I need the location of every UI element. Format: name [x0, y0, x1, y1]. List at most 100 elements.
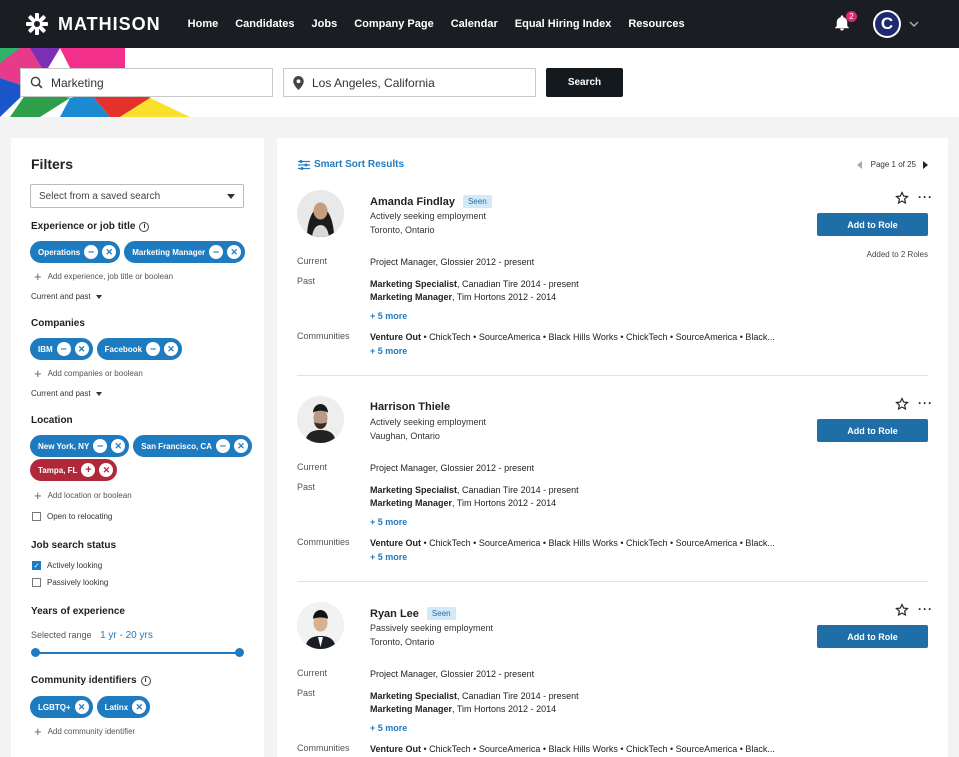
keyword-search-field[interactable]: Marketing	[20, 68, 273, 97]
more-options-icon[interactable]: ···	[918, 396, 933, 410]
current-label: Current	[297, 256, 328, 266]
next-page-icon[interactable]	[923, 160, 928, 169]
scope-text: Current and past	[31, 292, 91, 301]
minus-icon[interactable]: –	[146, 342, 161, 356]
companies-scope-dropdown[interactable]: Current and past	[31, 389, 102, 398]
close-icon[interactable]: ✕	[74, 342, 89, 356]
info-icon[interactable]: i	[140, 675, 151, 686]
brand-logo[interactable]: MATHISON	[26, 13, 161, 35]
chip-tampa: Tampa, FL + ✕	[30, 459, 118, 481]
open-to-relocating-checkbox[interactable]: Open to relocating	[32, 512, 112, 521]
candidate-name-text[interactable]: Amanda Findlay	[370, 196, 455, 208]
add-companies-link[interactable]: + Add companies or boolean	[34, 367, 143, 380]
star-icon[interactable]	[895, 603, 909, 617]
more-options-icon[interactable]: ···	[918, 602, 933, 616]
info-icon[interactable]: i	[139, 221, 150, 232]
user-avatar[interactable]: C	[873, 10, 901, 38]
chip-ibm: IBM – ✕	[30, 338, 93, 360]
location-chips-row-2: Tampa, FL + ✕	[30, 459, 121, 481]
previous-page-icon[interactable]	[856, 160, 862, 169]
communities-label: Communities	[297, 331, 350, 341]
candidate-name[interactable]: Ryan Lee Seen	[370, 607, 456, 620]
minus-icon[interactable]: –	[84, 245, 99, 259]
plus-icon[interactable]: +	[81, 463, 96, 477]
checkmark-icon[interactable]: ✓	[32, 561, 41, 570]
chip-label: New York, NY	[38, 441, 90, 451]
years-range-slider[interactable]	[31, 648, 244, 657]
add-location-text: Add location or boolean	[47, 491, 132, 500]
page-indicator: Page 1 of 25	[870, 160, 916, 169]
chip-label: Tampa, FL	[38, 465, 78, 475]
add-experience-text: Add experience, job title or boolean	[47, 272, 174, 281]
close-icon[interactable]: ✕	[111, 439, 126, 453]
minus-icon[interactable]: –	[209, 245, 224, 259]
slider-min-handle[interactable]	[31, 648, 40, 657]
more-options-icon[interactable]: ···	[918, 190, 933, 204]
past-more-link[interactable]: + 5 more	[370, 517, 407, 527]
checkbox-unchecked[interactable]	[32, 578, 41, 587]
past-more-link[interactable]: + 5 more	[370, 723, 407, 733]
candidate-photo[interactable]	[297, 602, 344, 649]
add-to-role-button[interactable]: Add to Role	[817, 625, 928, 648]
add-experience-link[interactable]: + Add experience, job title or boolean	[34, 270, 174, 283]
past-role-2: Marketing Manager, Tim Hortons 2012 - 20…	[370, 498, 557, 508]
nav-company-page[interactable]: Company Page	[354, 18, 433, 30]
nav-resources[interactable]: Resources	[628, 18, 684, 30]
current-role: Project Manager, Glossier 2012 - present	[370, 669, 535, 679]
nav-home[interactable]: Home	[188, 18, 219, 30]
companies-chips: IBM – ✕ Facebook – ✕	[30, 338, 186, 360]
candidate-name[interactable]: Harrison Thiele	[370, 401, 450, 413]
nav-jobs[interactable]: Jobs	[312, 18, 338, 30]
smart-sort-button[interactable]: Smart Sort Results	[298, 159, 404, 170]
minus-icon[interactable]: –	[56, 342, 71, 356]
star-icon[interactable]	[895, 191, 909, 205]
actively-looking-checkbox[interactable]: ✓ Actively looking	[32, 561, 102, 570]
seen-badge: Seen	[426, 607, 456, 620]
add-community-link[interactable]: + Add community identifier	[34, 725, 135, 738]
scope-text: Current and past	[31, 389, 91, 398]
notifications-bell-icon[interactable]: 2	[833, 11, 857, 34]
close-icon[interactable]: ✕	[164, 342, 179, 356]
saved-search-select[interactable]: Select from a saved search	[30, 184, 244, 208]
nav-equal-hiring-index[interactable]: Equal Hiring Index	[515, 18, 612, 30]
close-icon[interactable]: ✕	[233, 439, 248, 453]
add-to-role-button[interactable]: Add to Role	[817, 213, 928, 236]
candidate-name[interactable]: Amanda Findlay Seen	[370, 195, 492, 208]
selected-range-value: 1 yr - 20 yrs	[100, 630, 153, 641]
close-icon[interactable]: ✕	[227, 245, 242, 259]
selected-range-label: Selected range	[31, 630, 92, 640]
close-icon[interactable]: ✕	[74, 700, 89, 714]
chip-facebook: Facebook – ✕	[96, 338, 183, 360]
keyword-search-value[interactable]: Marketing	[51, 76, 104, 90]
location-search-field[interactable]: Los Angeles, California	[283, 68, 536, 97]
add-location-link[interactable]: + Add location or boolean	[34, 489, 132, 502]
minus-icon[interactable]: –	[215, 439, 230, 453]
past-more-link[interactable]: + 5 more	[370, 311, 407, 321]
star-icon[interactable]	[895, 397, 909, 411]
communities-more-link[interactable]: + 5 more	[370, 346, 407, 356]
nav-calendar[interactable]: Calendar	[451, 18, 498, 30]
communities-more-link[interactable]: + 5 more	[370, 552, 407, 562]
candidate-photo[interactable]	[297, 396, 344, 443]
employment-status: Actively seeking employment	[370, 211, 487, 221]
minus-icon[interactable]: –	[93, 439, 108, 453]
candidate-photo[interactable]	[297, 190, 344, 237]
search-button[interactable]: Search	[546, 68, 623, 97]
nav-candidates[interactable]: Candidates	[235, 18, 294, 30]
close-icon[interactable]: ✕	[99, 463, 114, 477]
checkbox-unchecked[interactable]	[32, 512, 41, 521]
slider-max-handle[interactable]	[235, 648, 244, 657]
chevron-down-icon[interactable]	[909, 21, 919, 27]
brand-name: MATHISON	[58, 13, 161, 34]
passively-looking-checkbox[interactable]: Passively looking	[32, 578, 108, 587]
close-icon[interactable]: ✕	[102, 245, 117, 259]
location-search-value[interactable]: Los Angeles, California	[312, 76, 435, 90]
location-section-title: Location	[31, 415, 73, 426]
brand-snowflake-icon	[26, 13, 48, 35]
candidate-name-text[interactable]: Harrison Thiele	[370, 401, 450, 413]
past-role-2: Marketing Manager, Tim Hortons 2012 - 20…	[370, 292, 557, 302]
close-icon[interactable]: ✕	[132, 700, 147, 714]
experience-scope-dropdown[interactable]: Current and past	[31, 292, 102, 301]
candidate-name-text[interactable]: Ryan Lee	[370, 608, 419, 620]
add-to-role-button[interactable]: Add to Role	[817, 419, 928, 442]
